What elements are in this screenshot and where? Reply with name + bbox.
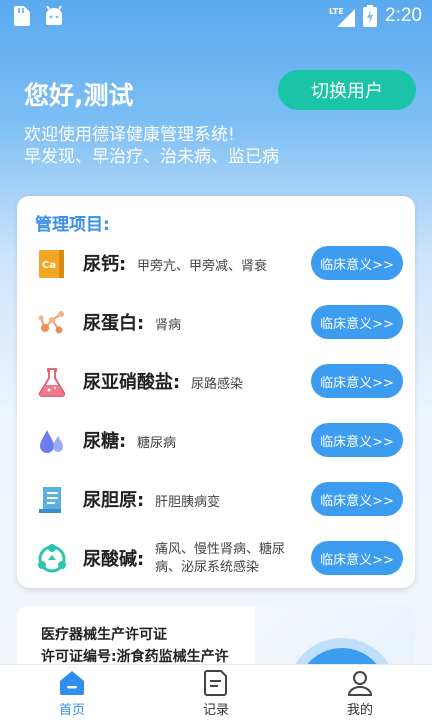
list-item-calcium: Ca 尿钙: 甲旁亢、甲旁减、肾衰 临床意义>> (17, 238, 415, 288)
item-desc: 甲旁亢、甲旁减、肾衰 (137, 259, 268, 274)
item-desc: 痛风、慢性肾病、糖尿病、泌尿系统感染 (155, 542, 286, 575)
item-desc: 尿路感染 (191, 377, 244, 392)
item-name: 尿糖: (83, 431, 127, 452)
recycle-icon (38, 544, 66, 573)
list-item-sugar: 尿糖: 糖尿病 临床意义>> (17, 415, 415, 465)
list-item-nitrite: 尿亚硝酸盐: 尿路感染 临床意义>> (17, 356, 415, 406)
switch-user-button[interactable]: 切换用户 (278, 70, 416, 110)
list-item-urobilinogen: 尿胆原: 肝胆胰病变 临床意义>> (17, 474, 415, 524)
welcome-line-1: 欢迎使用德译健康管理系统! (24, 125, 235, 145)
user-icon (347, 671, 373, 696)
bottom-nav: 首页 记录 我的 (0, 664, 432, 720)
list-item-ph: 尿酸碱: 痛风、慢性肾病、糖尿病、泌尿系统感染 临床意义>> (17, 533, 415, 583)
calcium-icon: Ca (39, 250, 64, 278)
signal-icon: LTE (329, 7, 356, 27)
sd-card-icon (14, 6, 30, 26)
records-icon (204, 670, 227, 696)
item-name: 尿钙: (83, 254, 127, 275)
nav-records[interactable]: 记录 (171, 669, 261, 719)
license-title: 医疗器械生产许可证 (41, 627, 167, 643)
clinical-meaning-button[interactable]: 临床意义>> (311, 364, 403, 398)
clinical-meaning-button[interactable]: 临床意义>> (311, 541, 403, 575)
nav-mine-label: 我的 (346, 703, 373, 718)
document-icon (39, 487, 61, 513)
clinical-meaning-button[interactable]: 临床意义>> (311, 423, 403, 457)
management-card: 管理项目: Ca 尿钙: 甲旁亢、甲旁减、肾衰 临床意义>> 尿蛋白: 肾病 临… (17, 196, 415, 588)
nav-mine[interactable]: 我的 (315, 669, 405, 719)
license-number: 许可证编号:浙食药监械生产许 (41, 649, 229, 665)
clinical-meaning-button[interactable]: 临床意义>> (311, 246, 403, 280)
clinical-meaning-button[interactable]: 临床意义>> (311, 305, 403, 339)
welcome-text: 欢迎使用德译健康管理系统! 早发现、早治疗、治未病、监已病 (24, 124, 279, 168)
flask-icon (38, 368, 66, 397)
management-title: 管理项目: (35, 215, 110, 235)
nav-home-label: 首页 (58, 703, 85, 718)
item-desc: 糖尿病 (137, 436, 177, 451)
status-time: 2:20 (385, 5, 422, 26)
protein-molecule-icon (38, 311, 64, 334)
battery-icon (363, 5, 378, 27)
list-item-protein: 尿蛋白: 肾病 临床意义>> (17, 297, 415, 347)
greeting-text: 您好,测试 (24, 81, 134, 110)
clinical-meaning-button[interactable]: 临床意义>> (311, 482, 403, 516)
nav-records-label: 记录 (202, 703, 229, 718)
status-bar: LTE 2:20 (0, 0, 432, 32)
android-icon (46, 6, 62, 25)
home-icon (60, 671, 84, 695)
svg-text:Ca: Ca (42, 260, 56, 271)
item-desc: 肝胆胰病变 (155, 495, 221, 510)
item-desc: 肾病 (155, 318, 182, 333)
welcome-line-2: 早发现、早治疗、治未病、监已病 (24, 147, 279, 167)
item-name: 尿酸碱: (83, 549, 145, 570)
nav-home[interactable]: 首页 (27, 669, 117, 719)
item-name: 尿蛋白: (83, 313, 145, 334)
drops-icon (40, 430, 63, 453)
item-name: 尿胆原: (83, 490, 145, 511)
svg-text:LTE: LTE (329, 7, 344, 16)
item-name: 尿亚硝酸盐: (83, 372, 181, 393)
